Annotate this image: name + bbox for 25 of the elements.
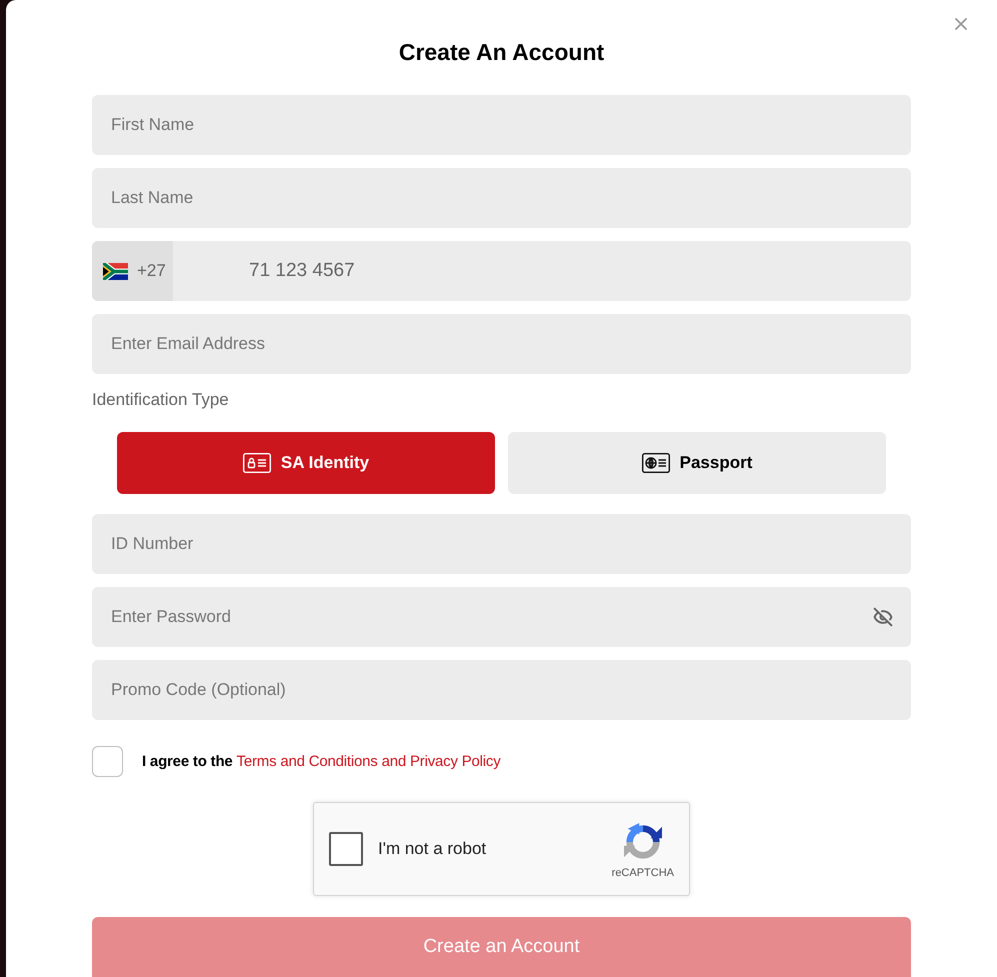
dialog-title: Create An Account	[398, 38, 604, 67]
id-type-option[interactable]: SA Identity	[117, 432, 495, 494]
circular-arrows-icon	[624, 822, 662, 861]
country-code: +27	[137, 260, 166, 282]
phone-input[interactable]: 71 123 4567	[173, 241, 911, 301]
terms-link[interactable]: Terms and Conditions and Privacy Policy	[236, 752, 501, 770]
password-visibility-toggle[interactable]	[872, 606, 894, 628]
text-input[interactable]: Enter Email Address	[92, 314, 911, 374]
id-card-icon	[242, 453, 271, 473]
id-type-option[interactable]: Passport	[508, 432, 886, 494]
text-input[interactable]: First Name	[92, 95, 911, 155]
country-code-button[interactable]: +27	[92, 241, 173, 301]
password-input[interactable]: Enter Password	[92, 587, 911, 647]
passport-icon	[642, 453, 670, 473]
agree-checkbox[interactable]	[92, 746, 123, 777]
field-label: Identification Type	[92, 389, 230, 411]
flag-icon	[103, 262, 128, 280]
terms-text: I agree to the Terms and Conditions and Privacy Policy	[142, 752, 501, 772]
captcha-label: I'm not a robot	[378, 838, 486, 860]
text-input[interactable]: Last Name	[92, 168, 911, 228]
text-input[interactable]: Promo Code (Optional)	[92, 660, 911, 720]
eye-off-icon	[873, 607, 893, 627]
captcha-checkbox[interactable]	[329, 832, 363, 866]
captcha-brand: reCAPTCHA	[612, 866, 674, 881]
text-input[interactable]: ID Number	[92, 514, 911, 574]
